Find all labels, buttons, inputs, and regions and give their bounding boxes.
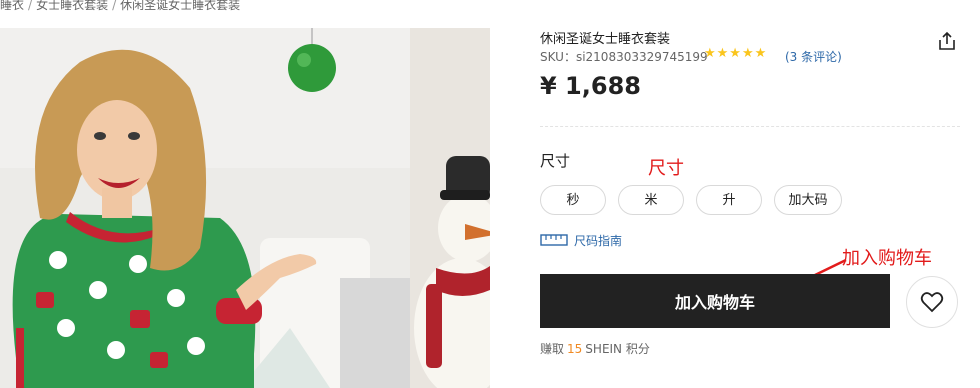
- ruler-icon: [540, 234, 568, 246]
- breadcrumb-separator: /: [28, 0, 33, 12]
- share-icon: [939, 31, 955, 50]
- product-image[interactable]: [0, 28, 490, 388]
- breadcrumb-item-sleepwear[interactable]: 睡衣: [0, 0, 24, 12]
- wishlist-button[interactable]: [906, 276, 958, 328]
- size-option-1[interactable]: 秒: [540, 185, 606, 215]
- size-label: 尺寸: [540, 152, 571, 170]
- sku-line: SKU：si2108303329745199: [540, 48, 708, 65]
- product-title: 休闲圣诞女士睡衣套装: [540, 32, 671, 47]
- size-option-2[interactable]: 米: [618, 185, 684, 215]
- share-button[interactable]: [936, 30, 958, 52]
- sku-label: SKU：: [540, 50, 576, 64]
- add-to-cart-button[interactable]: 加入购物车: [540, 274, 890, 328]
- size-option-4[interactable]: 加大码: [774, 185, 842, 215]
- reviews-link[interactable]: (3 条评论): [785, 48, 842, 65]
- size-guide-label: 尺码指南: [574, 233, 623, 248]
- add-to-cart-label: 加入购物车: [674, 293, 755, 312]
- breadcrumb: 睡衣 / 女士睡衣套装 / 休闲圣诞女士睡衣套装: [0, 0, 240, 14]
- heart-icon: [920, 292, 944, 313]
- size-annotation: 尺寸: [648, 158, 684, 179]
- sku-value: si2108303329745199: [575, 50, 708, 64]
- points-info: 赚取 15 SHEIN 积分: [540, 340, 650, 357]
- divider: [540, 126, 960, 127]
- product-price: ¥ 1,688: [540, 72, 641, 100]
- size-option-3[interactable]: 升: [696, 185, 762, 215]
- points-amount: 15: [567, 342, 583, 356]
- points-prefix: 赚取: [540, 342, 565, 356]
- size-guide-link[interactable]: 尺码指南: [540, 232, 622, 248]
- rating-stars: ★★★★★: [704, 46, 768, 61]
- breadcrumb-item-pajama-sets[interactable]: 女士睡衣套装: [36, 0, 108, 12]
- points-suffix: SHEIN 积分: [585, 342, 650, 356]
- breadcrumb-item-current[interactable]: 休闲圣诞女士睡衣套装: [120, 0, 240, 12]
- breadcrumb-separator: /: [112, 0, 117, 12]
- christmas-pajama-model-photo: [0, 28, 490, 388]
